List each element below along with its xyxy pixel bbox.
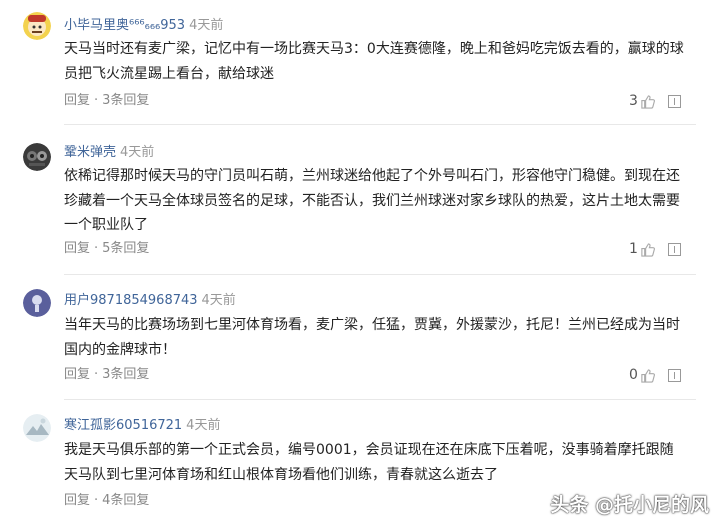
like-button[interactable]: 3 (629, 93, 655, 109)
like-button[interactable]: 0 (629, 367, 655, 383)
view-replies-link[interactable]: 3条回复 (102, 93, 149, 108)
reply-button[interactable]: 回复 (64, 93, 90, 108)
view-replies-link[interactable]: 3条回复 (102, 367, 149, 382)
avatar[interactable] (23, 414, 51, 442)
divider (64, 274, 696, 275)
comment-text: 我是天马俱乐部的第一个正式会员，编号0001，会员证现在还在床底下压着呢，没事骑… (64, 442, 674, 483)
view-replies-link[interactable]: 5条回复 (102, 241, 149, 256)
avatar[interactable] (23, 12, 51, 40)
comment-actions: 回复 · 5条回复 (64, 241, 150, 256)
reply-button[interactable]: 回复 (64, 493, 90, 508)
divider (64, 399, 696, 400)
thumb-up-icon (641, 368, 655, 383)
thumb-up-icon (641, 242, 655, 257)
avatar[interactable] (23, 143, 51, 171)
view-replies-link[interactable]: 4条回复 (102, 493, 149, 508)
like-count: 3 (629, 93, 638, 109)
comment-actions: 回复 · 4条回复 (64, 493, 150, 508)
report-icon[interactable] (668, 243, 681, 256)
username[interactable]: 小毕马里奥⁶⁶⁶₆₆₆953 4天前 (64, 18, 223, 34)
username[interactable]: 用户9871854968743 4天前 (64, 293, 236, 309)
like-count: 1 (629, 241, 638, 257)
username[interactable]: 寒江孤影60516721 4天前 (64, 418, 220, 434)
report-icon[interactable] (668, 95, 681, 108)
comment-actions: 回复 · 3条回复 (64, 367, 150, 382)
comment-text: 天马当时还有麦广梁，记忆中有一场比赛天马3：0大连赛德隆，晚上和爸妈吃完饭去看的… (64, 41, 684, 82)
report-icon[interactable] (668, 369, 681, 382)
reply-button[interactable]: 回复 (64, 367, 90, 382)
comment-time: 4天前 (120, 145, 155, 160)
username[interactable]: 鞏米弹壳 4天前 (64, 145, 154, 161)
thumb-up-icon (641, 94, 655, 109)
like-button[interactable]: 1 (629, 241, 655, 257)
avatar[interactable] (23, 289, 51, 317)
comment-text: 依稀记得那时候天马的守门员叫石萌，兰州球迷给他起了个外号叫石门，形容他守门稳健。… (64, 168, 680, 233)
comment-time: 4天前 (201, 293, 236, 308)
comment-time: 4天前 (189, 18, 224, 33)
comment-text: 当年天马的比赛场场到七里河体育场看，麦广梁，任猛，贾冀，外援蒙沙，托尼！兰州已经… (64, 317, 680, 358)
comment-time: 4天前 (186, 418, 221, 433)
reply-button[interactable]: 回复 (64, 241, 90, 256)
comment-actions: 回复 · 3条回复 (64, 93, 150, 108)
watermark: 头条 @托小尼的风 (550, 494, 709, 516)
divider (64, 124, 696, 125)
like-count: 0 (629, 367, 638, 383)
